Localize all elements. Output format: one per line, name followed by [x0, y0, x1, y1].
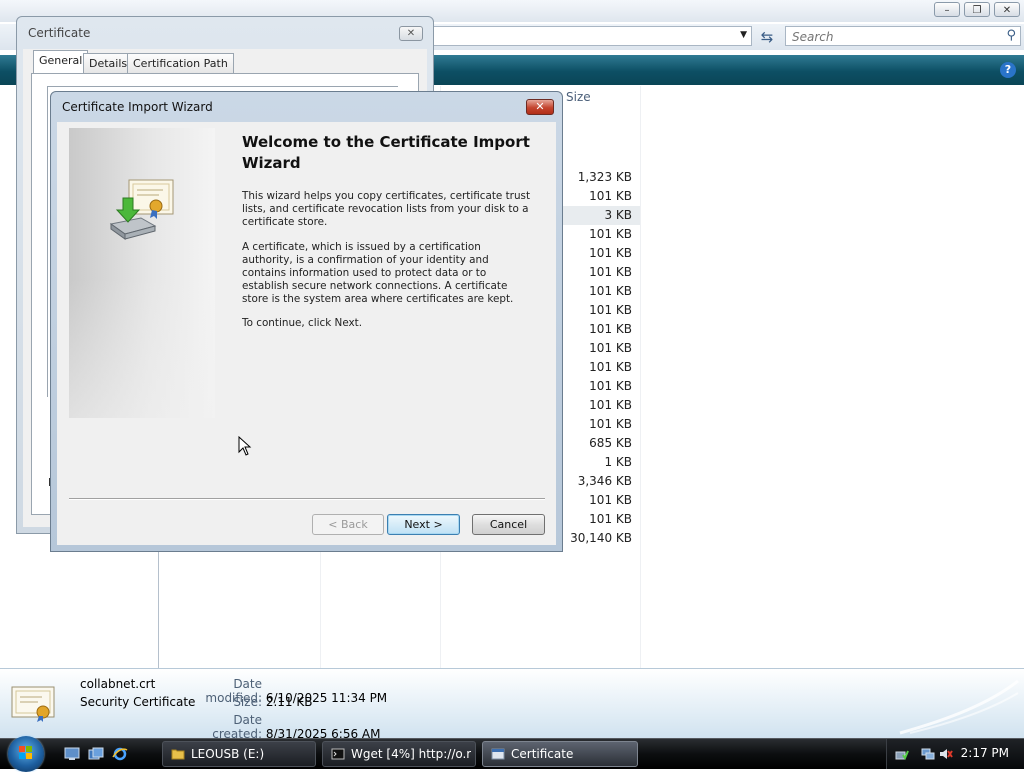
close-button[interactable]: ✕ [994, 2, 1020, 17]
switch-windows-icon[interactable] [88, 747, 104, 761]
file-size-cell[interactable]: 101 KB [560, 415, 640, 434]
navigation-pane-divider[interactable] [158, 552, 159, 668]
file-size-cell[interactable]: 101 KB [560, 377, 640, 396]
date-created-row: Date created: 8/31/2025 6:56 AM [185, 713, 380, 741]
file-size-cell[interactable]: 30,140 KB [560, 529, 640, 548]
taskbar: LEOUSB (E:) Wget [4%] http://o.r... Cert… [0, 736, 1024, 772]
wizard-heading: Welcome to the Certificate Import Wizard [242, 133, 530, 172]
certificate-file-icon [11, 686, 55, 722]
file-size-cell[interactable]: 101 KB [560, 339, 640, 358]
chevron-down-icon[interactable]: ▼ [740, 30, 747, 40]
file-size-cell[interactable]: 101 KB [560, 320, 640, 339]
column-header-size[interactable]: Size [560, 86, 641, 108]
wizard-close-button[interactable]: ✕ [526, 99, 554, 115]
back-button[interactable]: < Back [312, 514, 384, 535]
search-icon[interactable]: ⚲ [1006, 28, 1016, 43]
windows-logo-icon [19, 746, 33, 760]
internet-explorer-icon[interactable] [112, 747, 128, 761]
file-size-cell[interactable]: 101 KB [560, 301, 640, 320]
minimize-button[interactable]: – [934, 2, 960, 17]
taskbar-item-label: Certificate [511, 747, 574, 761]
taskbar-item-label: Wget [4%] http://o.r... [351, 747, 471, 761]
column-divider [640, 86, 641, 668]
decorative-swoosh [899, 679, 1019, 735]
wizard-paragraph-1: This wizard helps you copy certificates,… [242, 190, 531, 228]
show-desktop-icon[interactable] [64, 747, 80, 761]
file-size-cell[interactable]: 101 KB [560, 396, 640, 415]
tab-general[interactable]: General [33, 50, 89, 74]
search-input[interactable] [790, 28, 994, 46]
certificate-import-wizard: Certificate Import Wizard ✕ Welcome to t… [50, 91, 563, 552]
file-size-cell[interactable]: 101 KB [560, 358, 640, 377]
file-type: Security Certificate [80, 695, 196, 709]
file-name: collabnet.crt [80, 677, 156, 691]
safely-remove-hardware-icon[interactable] [895, 747, 909, 761]
wizard-paragraph-2: A certificate, which is issued by a cert… [242, 241, 514, 305]
file-size-cell[interactable]: 1 KB [560, 453, 640, 472]
help-icon[interactable]: ? [1000, 62, 1016, 78]
taskbar-item-certificate[interactable]: Certificate [482, 741, 638, 767]
file-size-column: 1,323 KB 101 KB 3 KB 101 KB 101 KB 101 KB 101 … [560, 168, 640, 548]
file-size-cell[interactable]: 1,323 KB [560, 168, 640, 187]
taskbar-item-leousb[interactable]: LEOUSB (E:) [162, 741, 316, 767]
wizard-separator [69, 498, 545, 500]
system-tray: 2:17 PM [886, 739, 1024, 769]
maximize-button[interactable]: ❐ [964, 2, 990, 17]
next-button[interactable]: Next > [387, 514, 460, 535]
certificate-dialog-title: Certificate [28, 26, 91, 40]
tab-details[interactable]: Details [83, 53, 134, 73]
certificate-import-icon [109, 179, 174, 240]
file-size-cell[interactable]: 101 KB [560, 244, 640, 263]
mouse-cursor-icon [238, 436, 252, 456]
clock[interactable]: 2:17 PM [961, 746, 1009, 760]
file-size-cell[interactable]: 685 KB [560, 434, 640, 453]
file-size-cell[interactable]: 101 KB [560, 187, 640, 206]
start-button[interactable] [8, 736, 44, 772]
wizard-title: Certificate Import Wizard [62, 100, 213, 114]
file-size-cell[interactable]: 101 KB [560, 263, 640, 282]
file-size-cell[interactable]: 101 KB [560, 491, 640, 510]
size-row: Size: 2.11 KB [185, 695, 312, 709]
volume-muted-icon[interactable] [939, 747, 953, 761]
network-icon[interactable] [921, 747, 935, 761]
wizard-body: Welcome to the Certificate Import Wizard… [57, 122, 556, 545]
cancel-button[interactable]: Cancel [472, 514, 545, 535]
details-pane: collabnet.crt Security Certificate Date … [0, 668, 1024, 741]
console-icon [331, 748, 345, 760]
file-size-cell[interactable]: 101 KB [560, 282, 640, 301]
size-label: Size: [233, 695, 262, 709]
refresh-icon[interactable]: ⇆ [757, 27, 777, 47]
folder-icon [171, 749, 185, 760]
file-size-cell[interactable]: 3 KB [560, 206, 640, 225]
certificate-icon [491, 748, 505, 760]
wizard-paragraph-3: To continue, click Next. [242, 317, 363, 329]
address-bar[interactable]: ▼ [430, 26, 752, 46]
file-size-cell[interactable]: 101 KB [560, 225, 640, 244]
file-size-cell[interactable]: 101 KB [560, 510, 640, 529]
column-header-label: Size [566, 90, 591, 104]
taskbar-item-wget[interactable]: Wget [4%] http://o.r... [322, 741, 476, 767]
wizard-side-banner [69, 128, 215, 418]
size-value: 2.11 KB [265, 695, 313, 709]
search-box[interactable]: ⚲ [785, 26, 1021, 46]
tab-certification-path[interactable]: Certification Path [127, 53, 234, 73]
taskbar-item-label: LEOUSB (E:) [191, 747, 265, 761]
date-created-label: Date created: [212, 713, 262, 741]
file-size-cell[interactable]: 3,346 KB [560, 472, 640, 491]
certificate-dialog-close-button[interactable]: ✕ [399, 26, 423, 41]
